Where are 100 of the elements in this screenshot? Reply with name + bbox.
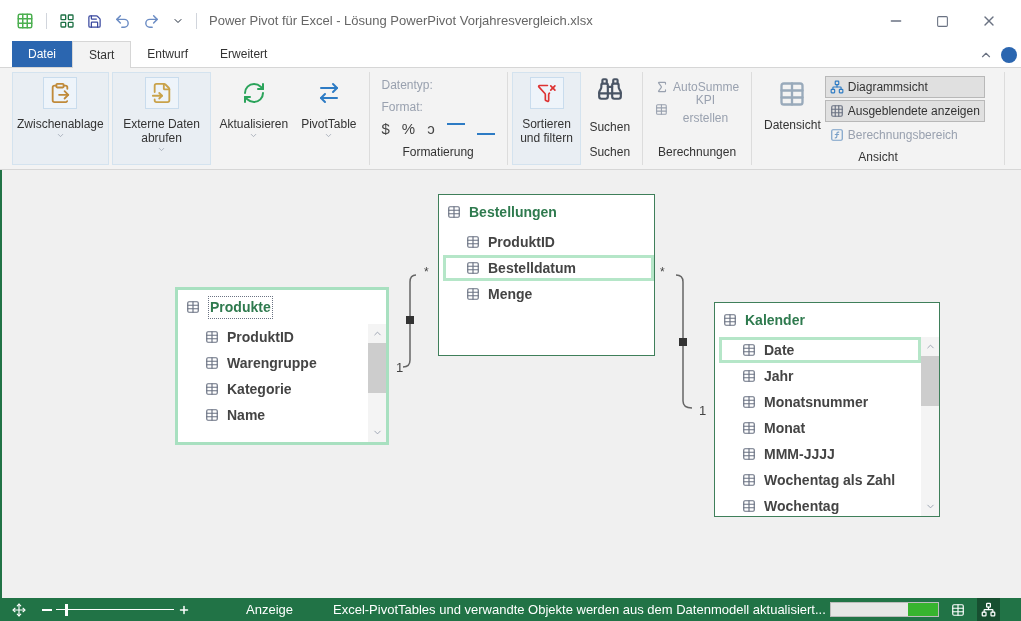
zoom-in-icon[interactable]: [178, 603, 190, 616]
table-icon: [205, 382, 219, 396]
relationship-marker-icon[interactable]: [406, 316, 414, 324]
table-icon: [447, 205, 461, 219]
group-label: Formatierung: [401, 144, 475, 161]
cardinality-label: 1: [396, 360, 404, 375]
window-title: Power Pivot für Excel - Lösung PowerPivot Vorjahresvergleich.xlsx: [209, 12, 593, 31]
relationship-marker-icon[interactable]: [679, 338, 687, 346]
field-name: Date: [764, 340, 795, 360]
field-name: Name: [227, 405, 266, 425]
group-label: Suchen: [589, 144, 631, 161]
field-name: Menge: [488, 284, 533, 304]
function-icon: [829, 128, 844, 142]
relationship-line[interactable]: [675, 274, 693, 409]
binoculars-icon: [596, 76, 623, 102]
ribbon-tab[interactable]: Entwurf: [131, 41, 205, 67]
field-row[interactable]: Warengruppe: [182, 350, 368, 376]
zoom-slider-thumb[interactable]: [65, 603, 69, 616]
view-label: Anzeige: [246, 600, 293, 619]
field-name: Monat: [764, 418, 806, 438]
view-toggle-button[interactable]: Ausgeblendete anzeigen: [824, 100, 985, 122]
cardinality-label: *: [424, 265, 429, 279]
table-icon: [466, 235, 480, 249]
table-icon: [742, 421, 756, 435]
redo-icon[interactable]: [143, 12, 160, 30]
format-button[interactable]: %: [401, 118, 416, 141]
ribbon-tab[interactable]: Erweitert: [204, 41, 284, 67]
field-name: MMM-JJJJ: [764, 444, 835, 464]
field-row[interactable]: Menge: [443, 281, 654, 307]
data-view-button[interactable]: Datensicht: [764, 76, 825, 148]
dropdown-caret-icon: [249, 131, 259, 140]
field-name: ProduktID: [488, 232, 555, 252]
data-view-icon[interactable]: [950, 602, 965, 617]
table-icon: [466, 287, 480, 301]
field-row[interactable]: Bestelldatum: [443, 255, 654, 281]
status-message: Excel-PivotTables und verwandte Objekte werden aus dem Datenmodell aktualisiert...: [333, 600, 826, 619]
ribbon-large-button[interactable]: Zwischenablage: [12, 72, 109, 165]
diagram-view-icon[interactable]: [980, 602, 996, 617]
format-button[interactable]: ͻ: [427, 118, 435, 141]
ribbon-large-button[interactable]: PivotTable: [296, 72, 362, 165]
ribbon-tab[interactable]: Start: [72, 41, 132, 68]
field-name: ProduktID: [227, 327, 294, 347]
group-label: Ansicht: [857, 149, 899, 166]
field-name: Bestelldatum: [488, 258, 576, 278]
field-row[interactable]: Name: [182, 402, 368, 428]
search-button[interactable]: Suchen: [589, 76, 631, 136]
table-icon: [742, 343, 756, 357]
field-row[interactable]: Jahr: [719, 363, 921, 389]
ribbon-large-button[interactable]: Sortieren und filtern: [511, 72, 582, 165]
help-icon[interactable]: [1001, 47, 1017, 63]
zoom-slider[interactable]: [56, 603, 174, 616]
table-title: Kalender: [745, 310, 805, 330]
format-button[interactable]: $: [381, 118, 390, 141]
table-icon: [742, 447, 756, 461]
cardinality-label: *: [660, 265, 665, 279]
group-label: Berechnungen: [657, 144, 738, 161]
dropdown-caret-icon: [324, 131, 334, 140]
table-title: Bestellungen: [469, 202, 557, 222]
scroll-thumb[interactable]: [368, 343, 386, 393]
refresh-icon: [241, 81, 266, 105]
table-icon: [723, 313, 737, 327]
grid-icon: [829, 104, 844, 118]
maximize-icon[interactable]: [936, 14, 949, 28]
ribbon-large-button[interactable]: Externe Daten abrufen: [111, 72, 212, 165]
field-row[interactable]: MMM-JJJJ: [719, 441, 921, 467]
fit-to-screen-icon[interactable]: [12, 602, 26, 617]
table-icon: [205, 330, 219, 344]
field-name: Wochentag: [764, 496, 840, 516]
field-name: Wochentag als Zahl: [764, 470, 896, 490]
save-icon[interactable]: [87, 13, 102, 29]
scrollbar[interactable]: [921, 337, 939, 516]
table-card[interactable]: Kalender Date Jahr Monatsnummer Monat MMM-JJJJ Wochentag als Zahl Wochentag: [714, 302, 940, 517]
field-row[interactable]: ProduktID: [182, 324, 368, 350]
scrollbar[interactable]: [368, 324, 386, 442]
field-row[interactable]: Monatsnummer: [719, 389, 921, 415]
file-tab[interactable]: Datei: [12, 41, 72, 67]
field-row[interactable]: Wochentag als Zahl: [719, 467, 921, 493]
field-row[interactable]: Date: [719, 337, 921, 363]
zoom-out-button[interactable]: [42, 608, 52, 611]
document-icon: [150, 82, 173, 104]
table-icon: [742, 395, 756, 409]
table-card[interactable]: Bestellungen ProduktID Bestelldatum Menge: [438, 194, 655, 356]
view-toggle-button[interactable]: Diagrammsicht: [824, 76, 985, 98]
field-row[interactable]: Wochentag: [719, 493, 921, 516]
field-row[interactable]: ProduktID: [443, 229, 654, 255]
dropdown-caret-icon: [55, 131, 65, 140]
table-card[interactable]: Produkte ProduktID Warengruppe Kategorie Name: [175, 287, 389, 445]
field-row[interactable]: Kategorie: [182, 376, 368, 402]
relationship-line[interactable]: [402, 274, 417, 368]
filter-clear-icon: [536, 83, 557, 103]
clipboard-icon: [49, 82, 72, 104]
field-name: Warengruppe: [227, 353, 317, 373]
undo-icon[interactable]: [114, 12, 131, 30]
cardinality-label: 1: [699, 403, 707, 418]
table-icon: [742, 499, 756, 513]
scroll-thumb[interactable]: [921, 356, 939, 406]
ribbon-large-button[interactable]: Aktualisieren: [214, 72, 294, 165]
field-name: Monatsnummer: [764, 392, 869, 412]
table-icon: [205, 408, 219, 422]
field-row[interactable]: Monat: [719, 415, 921, 441]
